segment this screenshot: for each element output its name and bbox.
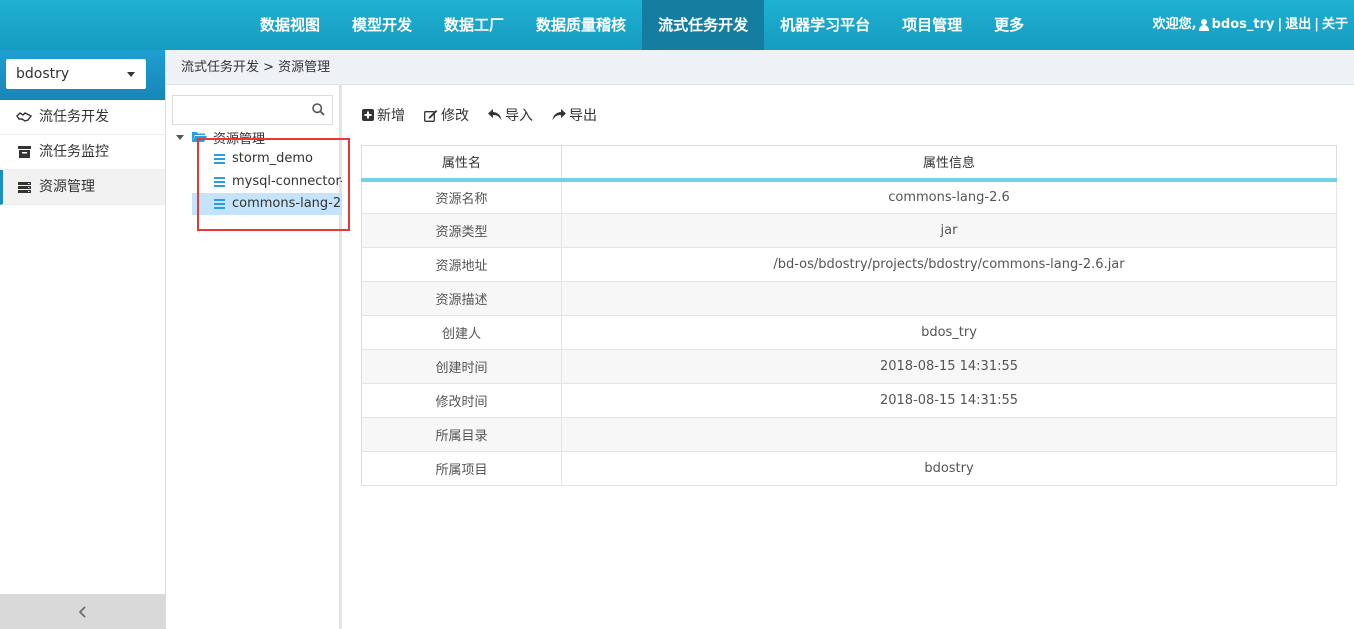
tree-node-commons-lang[interactable]: commons-lang-2.6 [192, 193, 342, 215]
add-button-label: 新增 [377, 108, 405, 124]
separator: | [1277, 17, 1283, 32]
property-name: 资源名称 [361, 179, 562, 214]
list-icon [214, 154, 225, 164]
caret-down-icon [127, 72, 135, 77]
property-name: 修改时间 [361, 383, 562, 418]
property-value: jar [561, 213, 1337, 248]
edit-button-label: 修改 [441, 108, 469, 124]
project-select-value: bdostry [16, 66, 70, 82]
tree-node-mysql-connector[interactable]: mysql-connector-java [192, 171, 342, 193]
nav-item-data-quality[interactable]: 数据质量稽核 [520, 0, 642, 50]
main-nav: 数据视图 模型开发 数据工厂 数据质量稽核 流式任务开发 机器学习平台 项目管理… [244, 0, 1040, 50]
resource-properties-table: 属性名 属性信息 资源名称 commons-lang-2.6 资源类型 jar 资源… [361, 145, 1337, 486]
nav-item-stream-task-dev[interactable]: 流式任务开发 [642, 0, 765, 50]
reply-icon [488, 109, 502, 121]
folder-open-icon [192, 132, 207, 142]
property-value: bdos_try [561, 315, 1337, 350]
property-value [561, 281, 1337, 316]
property-name: 创建时间 [361, 349, 562, 384]
sidebar-item-stream-task-dev[interactable]: 流任务开发 [0, 100, 165, 135]
nav-item-data-factory[interactable]: 数据工厂 [428, 0, 520, 50]
nav-item-more[interactable]: 更多 [978, 0, 1040, 50]
nav-item-ml-platform[interactable]: 机器学习平台 [764, 0, 886, 50]
project-select[interactable]: bdostry [6, 59, 146, 89]
property-value: commons-lang-2.6 [561, 179, 1337, 214]
tree-search-input[interactable] [173, 96, 303, 124]
top-navigation-bar: 数据视图 模型开发 数据工厂 数据质量稽核 流式任务开发 机器学习平台 项目管理… [0, 0, 1354, 50]
table-row: 所属目录 [361, 417, 1337, 452]
breadcrumb: 流式任务开发 > 资源管理 [166, 50, 1354, 85]
property-value [561, 417, 1337, 452]
tree-node-label: commons-lang-2.6 [232, 196, 342, 211]
table-row: 创建时间 2018-08-15 14:31:55 [361, 349, 1337, 384]
share-icon [552, 109, 566, 121]
sidebar-collapse-button[interactable] [0, 594, 165, 629]
table-row: 创建人 bdos_try [361, 315, 1337, 350]
user-area: 欢迎您, bdos_try | 退出 | 关于 [1153, 0, 1348, 50]
sidebar-header: bdostry [0, 50, 165, 100]
plus-square-icon [362, 109, 374, 121]
property-name: 资源描述 [361, 281, 562, 316]
edit-button[interactable]: 修改 [424, 105, 469, 125]
property-value: 2018-08-15 14:31:55 [561, 383, 1337, 418]
resource-tree-panel: 资源管理 storm_demo mysql-connector-java com… [166, 85, 342, 629]
table-header-row: 属性名 属性信息 [361, 145, 1337, 182]
sidebar-item-label: 流任务监控 [39, 143, 109, 160]
about-link[interactable]: 关于 [1322, 0, 1348, 50]
edit-icon [424, 109, 438, 122]
header-property-info: 属性信息 [561, 145, 1337, 182]
property-name: 所属项目 [361, 451, 562, 486]
tree-node-label: mysql-connector-java [232, 174, 342, 189]
tree-root-node[interactable]: 资源管理 [176, 129, 266, 147]
nav-item-project-mgmt[interactable]: 项目管理 [886, 0, 978, 50]
list-icon [214, 177, 225, 187]
sidebar: bdostry 流任务开发 流任务监控 资源管理 [0, 50, 166, 629]
resource-toolbar: 新增 修改 导入 导出 [362, 104, 616, 126]
sidebar-item-label: 资源管理 [39, 178, 95, 195]
property-name: 资源类型 [361, 213, 562, 248]
chevron-left-icon [78, 605, 86, 618]
tree-node-storm-demo[interactable]: storm_demo [192, 148, 342, 170]
table-row: 资源名称 commons-lang-2.6 [361, 179, 1337, 214]
sidebar-item-label: 流任务开发 [39, 108, 109, 125]
import-button[interactable]: 导入 [488, 105, 533, 125]
archive-icon [16, 145, 32, 159]
tree-search-box [172, 95, 333, 125]
sidebar-item-resource-mgmt[interactable]: 资源管理 [0, 170, 165, 205]
export-button-label: 导出 [569, 108, 597, 124]
table-row: 修改时间 2018-08-15 14:31:55 [361, 383, 1337, 418]
add-button[interactable]: 新增 [362, 105, 405, 125]
tree-root-label: 资源管理 [213, 131, 266, 147]
welcome-text: 欢迎您, [1152, 17, 1197, 32]
property-value: /bd-os/bdostry/projects/bdostry/commons-… [561, 247, 1337, 282]
table-row: 资源描述 [361, 281, 1337, 316]
search-icon[interactable] [312, 103, 325, 116]
sidebar-item-stream-task-monitor[interactable]: 流任务监控 [0, 135, 165, 170]
property-name: 所属目录 [361, 417, 562, 452]
export-button[interactable]: 导出 [552, 105, 597, 125]
table-row: 所属项目 bdostry [361, 451, 1337, 486]
list-icon [214, 199, 225, 209]
separator: | [1314, 17, 1319, 32]
caret-down-icon[interactable] [176, 134, 184, 140]
nav-item-model-dev[interactable]: 模型开发 [336, 0, 428, 50]
server-icon [16, 180, 32, 194]
table-row: 资源类型 jar [361, 213, 1337, 248]
handshake-icon [16, 110, 32, 124]
property-value: 2018-08-15 14:31:55 [561, 349, 1337, 384]
tree-node-label: storm_demo [232, 151, 313, 166]
logout-link[interactable]: 退出 [1285, 0, 1311, 50]
property-value: bdostry [561, 451, 1337, 486]
user-icon [1198, 19, 1209, 31]
header-property-name: 属性名 [361, 145, 562, 182]
table-row: 资源地址/bd-os/bdostry/projects/bdostry/comm… [361, 247, 1337, 282]
username[interactable]: bdos_try [1212, 0, 1275, 50]
property-name: 创建人 [361, 315, 562, 350]
property-name: 资源地址 [361, 247, 562, 282]
nav-item-data-view[interactable]: 数据视图 [244, 0, 336, 50]
import-button-label: 导入 [505, 108, 533, 124]
